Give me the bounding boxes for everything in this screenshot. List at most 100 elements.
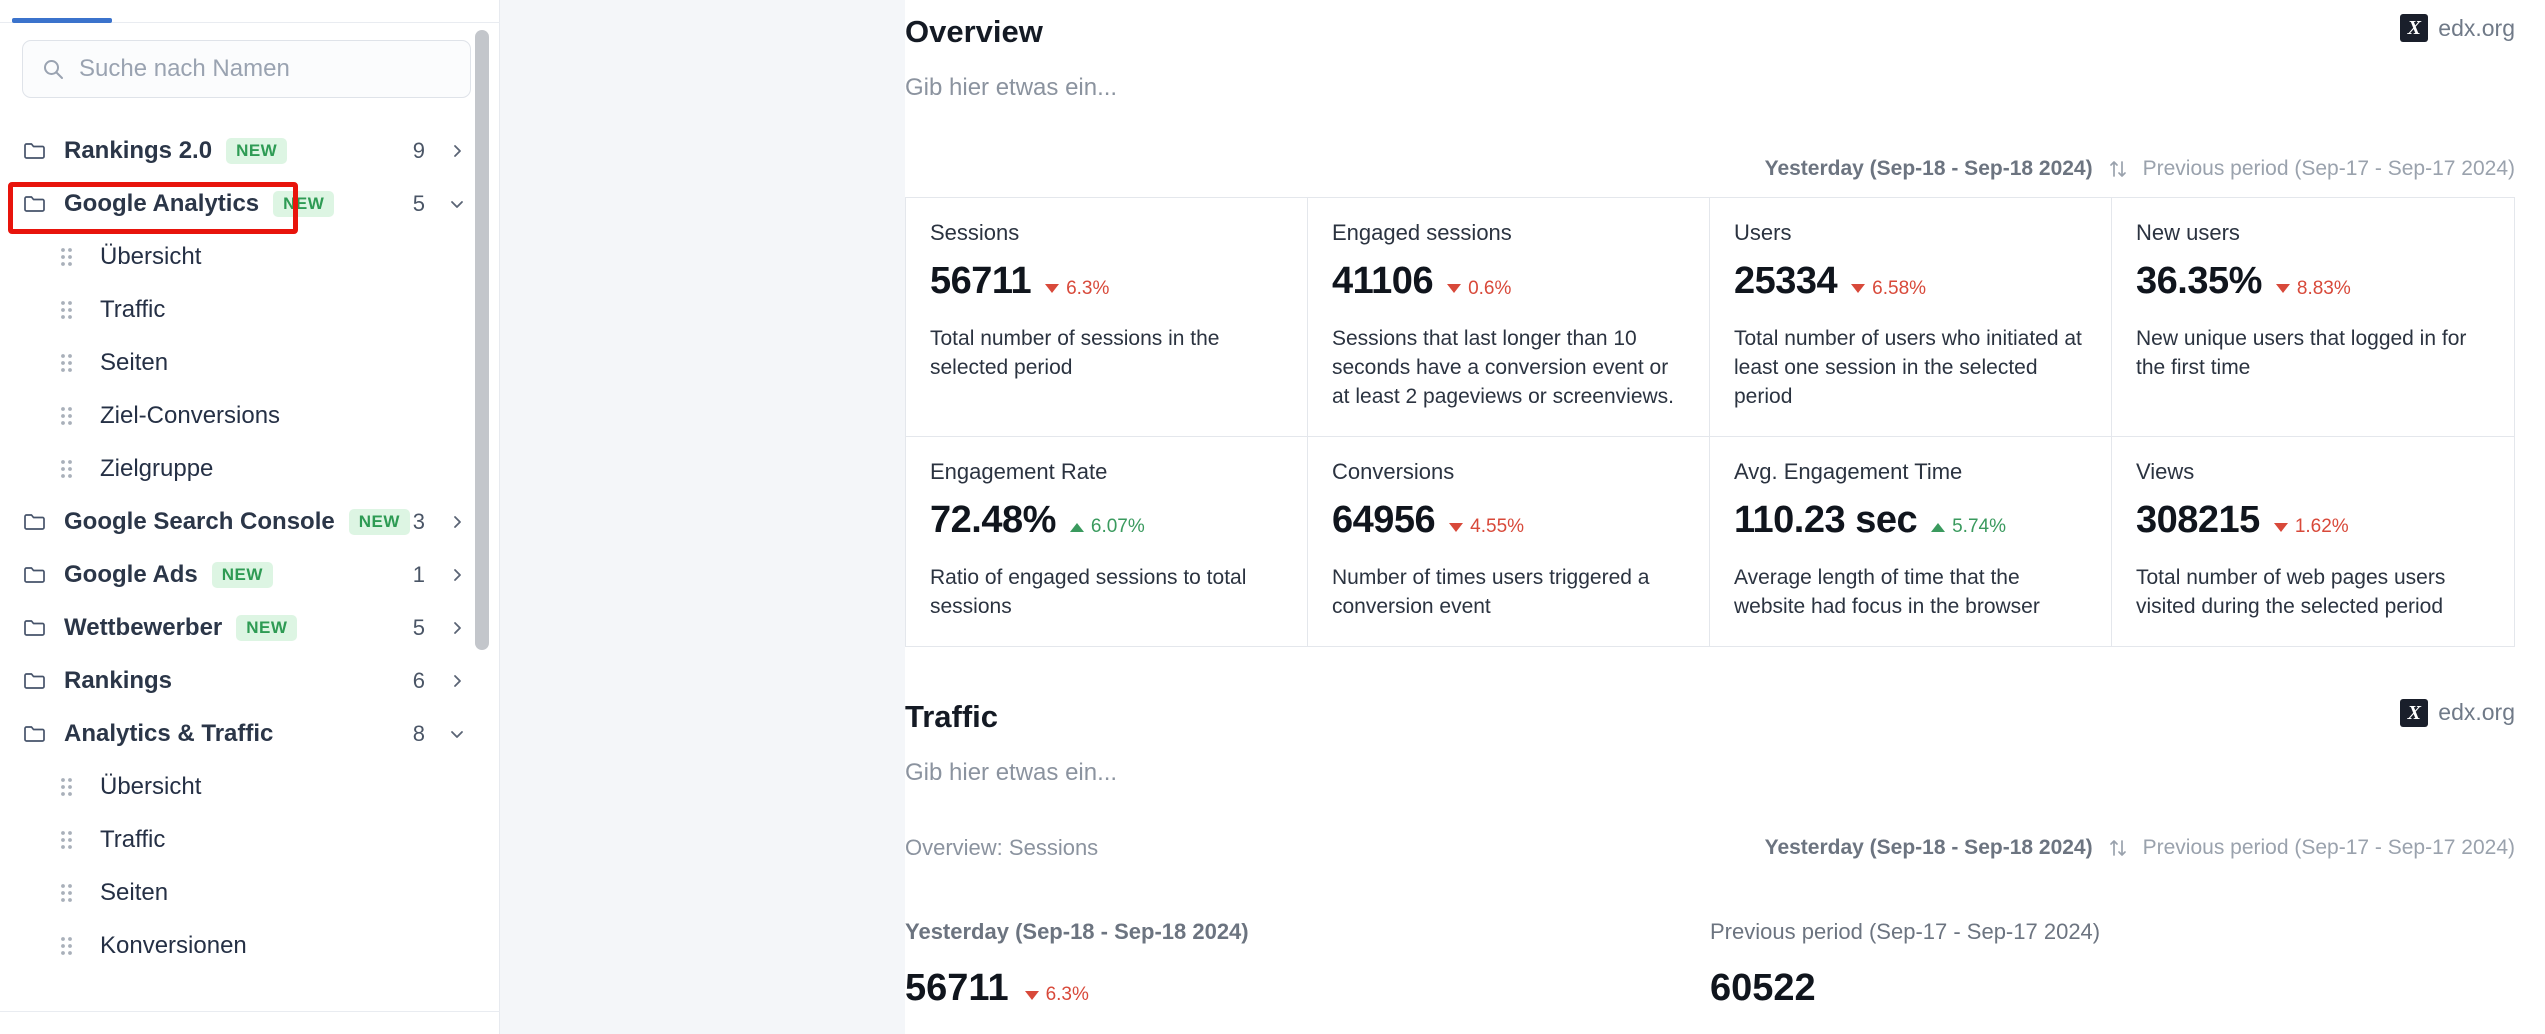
chart-total-row: 56711 6.3% — [905, 967, 1680, 1010]
sidebar-item-label: Ziel-Conversions — [100, 401, 281, 429]
chart-period-label: Previous period (Sep-17 - Sep-17 2024) — [1710, 918, 2101, 944]
search-input[interactable] — [79, 55, 452, 83]
metric-value-row: 110.23 sec 5.74% — [1734, 499, 2087, 542]
sidebar-nav: Rankings 2.0 NEW 9 Google Analytics NEW 5 Über… — [0, 124, 499, 972]
metric-delta-value: 0.6% — [1468, 277, 1512, 299]
sidebar-folder-google-ads[interactable]: Google Ads NEW 1 — [0, 548, 499, 601]
overview-header: Overview X edx.org — [905, 14, 2515, 50]
drag-handle-icon[interactable] — [60, 883, 74, 903]
sidebar-item-traffic[interactable]: Traffic — [0, 813, 499, 866]
metric-card: Sessions 56711 6.3% Total number of sess… — [906, 198, 1308, 437]
traffic-note-placeholder[interactable]: Gib hier etwas ein... — [905, 759, 2515, 787]
metric-delta-value: 6.07% — [1090, 516, 1145, 538]
search-icon — [44, 60, 63, 79]
drag-handle-icon[interactable] — [60, 459, 74, 479]
chevron-right-icon[interactable] — [447, 565, 467, 585]
swap-periods-icon[interactable] — [2107, 158, 2129, 180]
metric-label: Avg. Engagement Time — [1734, 458, 1963, 484]
metric-card: New users 36.35% 8.83% New unique users … — [2112, 198, 2514, 437]
drag-handle-icon[interactable] — [60, 936, 74, 956]
sidebar-folder-count: 5 — [412, 614, 425, 640]
brand-badge-overview: X edx.org — [2400, 14, 2515, 42]
edx-logo-icon: X — [2400, 698, 2429, 727]
sidebar-folder-label: Google Analytics — [64, 189, 260, 217]
traffic-breakdown-panel: Previous period (Sep-17 - Sep-17 2024) 6… — [1710, 919, 2515, 1034]
arrow-up-icon — [1931, 522, 1946, 532]
drag-handle-icon[interactable] — [60, 830, 74, 850]
metric-card: Engagement Rate 72.48% 6.07% Ratio of en… — [906, 436, 1308, 646]
metric-description: Average length of time that the website … — [1734, 565, 2040, 618]
metric-value: 72.48% — [930, 498, 1056, 541]
new-badge: NEW — [236, 614, 298, 641]
folder-icon — [24, 566, 45, 583]
metric-card: Avg. Engagement Time 110.23 sec 5.74% Av… — [1710, 436, 2112, 646]
metric-value: 36.35% — [2136, 260, 2262, 302]
swap-periods-icon[interactable] — [2107, 837, 2129, 859]
chevron-down-icon[interactable] — [447, 724, 467, 744]
metric-label: Users — [1734, 220, 1792, 245]
sidebar-item-übersicht[interactable]: Übersicht — [0, 760, 499, 813]
metric-description: Sessions that last longer than 10 second… — [1332, 327, 1674, 408]
sidebar-folder-rankings-2-0[interactable]: Rankings 2.0 NEW 9 — [0, 124, 499, 177]
overview-metric-grid: Sessions 56711 6.3% Total number of sess… — [905, 197, 2515, 647]
metric-description: New unique users that logged in for the … — [2136, 327, 2467, 379]
sidebar-folder-analytics-traffic[interactable]: Analytics & Traffic 8 — [0, 707, 499, 760]
sidebar-item-zielgruppe[interactable]: Zielgruppe — [0, 442, 499, 495]
traffic-previous-period[interactable]: Previous period (Sep-17 - Sep-17 2024) — [2143, 836, 2515, 860]
metric-value: 41106 — [1332, 260, 1434, 302]
sidebar-folder-label: Google Ads — [64, 560, 198, 588]
sidebar-folder-count: 1 — [412, 561, 425, 587]
metric-value-row: 72.48% 6.07% — [930, 499, 1283, 542]
metric-value-row: 56711 6.3% — [930, 260, 1283, 303]
sidebar-folder-count: 6 — [412, 667, 425, 693]
sidebar-item-seiten[interactable]: Seiten — [0, 336, 499, 389]
traffic-donut-row: Yesterday (Sep-18 - Sep-18 2024) 56711 6… — [905, 919, 2515, 1034]
overview-section: Overview X edx.org Gib hier etwas ein...… — [905, 0, 2515, 647]
folder-icon — [24, 195, 45, 212]
sidebar-item-seiten[interactable]: Seiten — [0, 866, 499, 919]
metric-delta: 1.62% — [2273, 516, 2349, 538]
drag-handle-icon[interactable] — [60, 353, 74, 373]
sidebar-folder-rankings[interactable]: Rankings 6 — [0, 654, 499, 707]
overview-note-placeholder[interactable]: Gib hier etwas ein... — [905, 74, 2515, 102]
chevron-right-icon[interactable] — [447, 512, 467, 532]
metric-value: 56711 — [930, 260, 1032, 302]
metric-description: Total number of web pages users visited … — [2136, 565, 2446, 618]
sidebar-folder-google-search-console[interactable]: Google Search Console NEW 3 — [0, 495, 499, 548]
traffic-current-period[interactable]: Yesterday (Sep-18 - Sep-18 2024) — [1765, 836, 2093, 860]
overview-previous-period[interactable]: Previous period (Sep-17 - Sep-17 2024) — [2143, 157, 2515, 181]
chart-total-value: 60522 — [1710, 966, 1816, 1009]
sidebar-folder-wettbewerber[interactable]: Wettbewerber NEW 5 — [0, 601, 499, 654]
sidebar-item-label: Seiten — [100, 348, 169, 376]
sidebar-item-übersicht[interactable]: Übersicht — [0, 230, 499, 283]
sidebar-item-traffic[interactable]: Traffic — [0, 283, 499, 336]
chevron-right-icon[interactable] — [447, 618, 467, 638]
sidebar-item-konversionen[interactable]: Konversionen — [0, 919, 499, 972]
sidebar-folder-google-analytics[interactable]: Google Analytics NEW 5 — [0, 177, 499, 230]
sidebar-folder-label: Rankings — [64, 666, 173, 694]
chevron-down-icon[interactable] — [447, 194, 467, 214]
layout-gutter — [500, 0, 905, 1034]
search-box[interactable] — [22, 40, 471, 98]
chevron-right-icon[interactable] — [447, 671, 467, 691]
metric-value: 25334 — [1734, 260, 1838, 302]
drag-handle-icon[interactable] — [60, 777, 74, 797]
chevron-right-icon[interactable] — [447, 141, 467, 161]
brand-domain-label: edx.org — [2438, 699, 2515, 726]
sidebar-folder-count: 8 — [412, 720, 425, 746]
app-root: Rankings 2.0 NEW 9 Google Analytics NEW 5 Über… — [0, 0, 2545, 1034]
drag-handle-icon[interactable] — [60, 300, 74, 320]
overview-title: Overview — [905, 14, 1043, 49]
sidebar-item-label: Übersicht — [100, 242, 202, 270]
metric-delta-value: 6.58% — [1872, 277, 1927, 299]
metric-value: 110.23 sec — [1734, 498, 1918, 541]
drag-handle-icon[interactable] — [60, 406, 74, 426]
sidebar-item-label: Zielgruppe — [100, 454, 214, 482]
drag-handle-icon[interactable] — [60, 247, 74, 267]
sidebar-folder-label: Analytics & Traffic — [64, 719, 274, 747]
overview-current-period[interactable]: Yesterday (Sep-18 - Sep-18 2024) — [1765, 157, 2093, 181]
sidebar-item-ziel-conversions[interactable]: Ziel-Conversions — [0, 389, 499, 442]
new-badge: NEW — [211, 561, 273, 588]
sidebar-scrollbar-thumb[interactable] — [475, 30, 489, 650]
metric-value-row: 41106 0.6% — [1332, 260, 1685, 303]
